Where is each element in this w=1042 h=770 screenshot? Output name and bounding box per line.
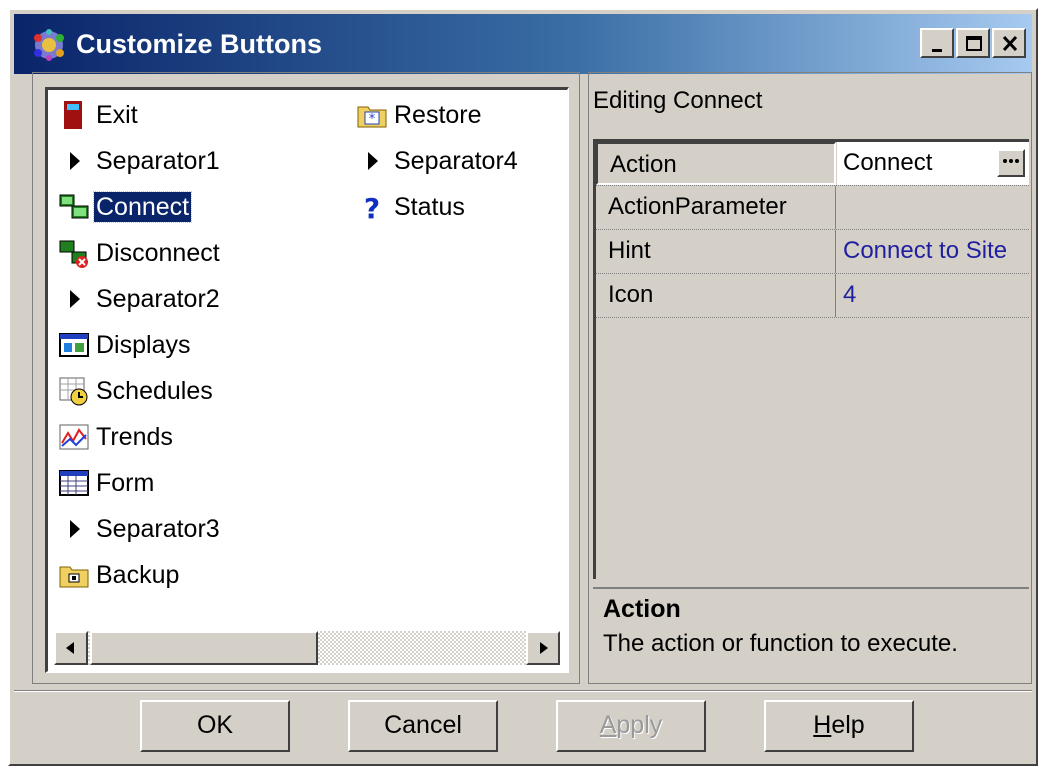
property-name: Hint [596,230,836,273]
window-title: Customize Buttons [76,29,322,59]
maximize-icon [966,36,982,51]
customize-buttons-dialog: Customize Buttons Exit Separator1 Connec… [8,8,1038,766]
list-item-separator4[interactable]: Separator4 [356,144,520,178]
list-item-label: Schedules [96,377,213,405]
minimize-button[interactable] [920,28,954,58]
list-item-label: Status [394,193,465,221]
ok-button[interactable]: OK [140,700,290,752]
button-bar-divider [14,690,1032,692]
property-name: Icon [596,274,836,317]
editing-heading: Editing Connect [593,87,763,114]
separator-arrow-icon [70,520,80,538]
list-item-separator3[interactable]: Separator3 [58,512,222,546]
list-item-label: Separator1 [96,147,220,175]
list-item-separator1[interactable]: Separator1 [58,144,222,178]
list-item-label: Separator3 [96,515,220,543]
property-value[interactable]: 4 [837,274,1029,317]
help-label-rest: elp [831,711,865,739]
list-item-label: Trends [96,423,173,451]
list-item-backup[interactable]: Backup [58,558,181,592]
scrollbar-thumb[interactable] [90,631,318,665]
list-item-exit[interactable]: Exit [58,98,140,132]
apply-button[interactable]: Apply [556,700,706,752]
ellipsis-button[interactable] [997,149,1025,177]
list-item-label: Connect [92,191,193,223]
close-icon [1002,35,1018,52]
list-item-restore[interactable]: * Restore [356,98,484,132]
trends-icon [59,424,89,450]
list-item-label: Backup [96,561,180,589]
list-item-trends[interactable]: Trends [58,420,175,454]
help-button[interactable]: Help [764,700,914,752]
disconnect-icon [59,240,88,268]
property-value[interactable]: Connect to Site [837,230,1029,273]
connect-icon [59,194,89,219]
maximize-button[interactable] [956,28,990,58]
list-item-form[interactable]: Form [58,466,156,500]
list-item-label: Restore [394,101,482,129]
property-row-actionparameter[interactable]: ActionParameter [596,186,1029,230]
arrow-right-icon [540,642,548,654]
list-item-schedules[interactable]: Schedules [58,374,215,408]
list-item-disconnect[interactable]: Disconnect [58,236,222,270]
list-item-label: Exit [96,101,138,129]
property-description: Action The action or function to execute… [593,587,1029,681]
list-item-status[interactable]: ? Status [356,190,467,224]
list-item-label: Disconnect [96,239,220,267]
description-text: The action or function to execute. [603,630,958,657]
list-item-separator2[interactable]: Separator2 [58,282,222,316]
list-item-label: Form [96,469,155,497]
property-inspector: Editing Connect Action Connect ActionPar… [588,72,1032,684]
property-value-text: Connect [843,149,933,176]
button-list[interactable]: Exit Separator1 Connect Disconnect Separ… [45,87,569,673]
restore-folder-icon: * [357,106,387,128]
apply-accesskey: A [599,711,617,739]
horizontal-scrollbar[interactable] [54,631,560,665]
backup-folder-icon [59,566,89,588]
separator-arrow-icon [70,152,80,170]
separator-arrow-icon [368,152,378,170]
button-list-panel: Exit Separator1 Connect Disconnect Separ… [32,72,580,684]
svg-text:*: * [369,112,376,127]
list-item-connect[interactable]: Connect [58,190,193,224]
property-row-action[interactable]: Action Connect [596,142,1029,186]
description-title: Action [603,595,681,623]
schedules-icon [59,377,88,406]
form-icon [59,470,89,496]
scroll-right-button[interactable] [526,631,560,665]
exit-door-icon [64,101,82,129]
arrow-left-icon [66,642,74,654]
minimize-icon [932,49,942,52]
list-item-label: Displays [96,331,191,359]
property-value[interactable] [837,186,1029,229]
close-button[interactable] [992,28,1026,58]
status-question-icon: ? [364,192,380,223]
separator-arrow-icon [70,290,80,308]
list-item-displays[interactable]: Displays [58,328,192,362]
list-item-label: Separator4 [394,147,518,175]
scroll-left-button[interactable] [54,631,88,665]
property-grid: Action Connect ActionParameter Hint Conn… [593,139,1029,579]
displays-icon [59,333,89,357]
property-name: Action [596,142,836,185]
list-item-label: Separator2 [96,285,220,313]
title-bar[interactable]: Customize Buttons [14,14,1032,74]
cancel-button[interactable]: Cancel [348,700,498,752]
ellipsis-icon [1003,159,1019,163]
property-row-icon[interactable]: Icon 4 [596,274,1029,318]
svg-text:?: ? [364,192,380,223]
app-gear-icon [34,29,64,61]
apply-label-rest: pply [616,711,663,739]
property-name: ActionParameter [596,186,836,229]
property-value-action[interactable]: Connect [837,142,1029,185]
property-row-hint[interactable]: Hint Connect to Site [596,230,1029,274]
help-accesskey: H [813,711,832,739]
